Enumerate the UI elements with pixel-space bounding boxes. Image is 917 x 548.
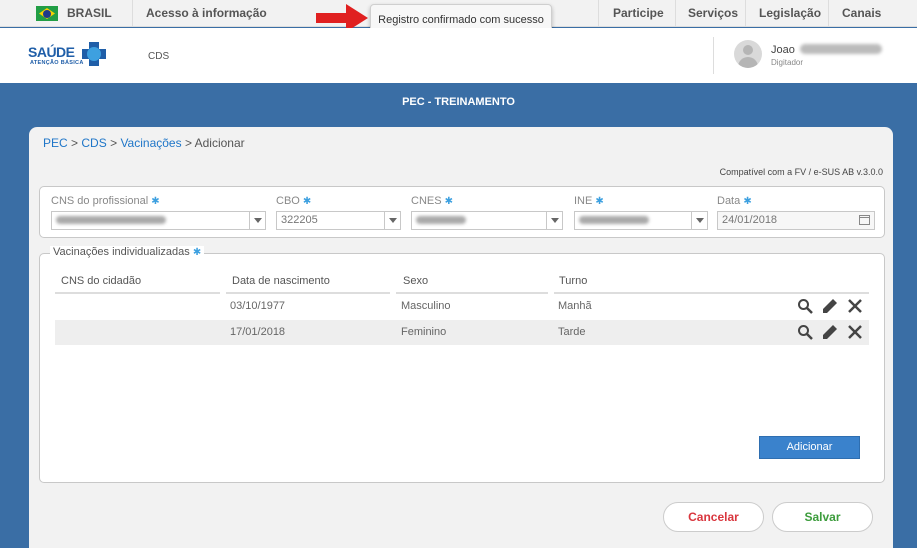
- main-panel: PEC > CDS > Vacinações > Adicionar Compa…: [29, 127, 893, 548]
- table-row[interactable]: 03/10/1977 Masculino Manhã: [55, 294, 869, 319]
- calendar-icon[interactable]: [859, 215, 870, 225]
- breadcrumb-vacinacoes[interactable]: Vacinações: [120, 136, 181, 150]
- module-label[interactable]: CDS: [148, 51, 169, 62]
- vacinacoes-fieldset: Vacinações individualizadas ✱ CNS do cid…: [39, 246, 885, 483]
- compatibility-note: Compatível com a FV / e-SUS AB v.3.0.0: [719, 167, 883, 177]
- gov-link-participe[interactable]: Participe: [613, 0, 664, 27]
- chevron-down-icon[interactable]: [691, 212, 707, 229]
- divider: [598, 0, 599, 27]
- cell-sexo: Masculino: [401, 300, 451, 312]
- logo-subtitle: ATENÇÃO BÁSICA: [30, 60, 84, 66]
- breadcrumb: PEC > CDS > Vacinações > Adicionar: [43, 136, 245, 150]
- edit-pencil-icon[interactable]: [822, 324, 838, 340]
- divider: [675, 0, 676, 27]
- cbo-label: CBO ✱: [276, 195, 312, 207]
- page-title: PEC - TREINAMENTO: [402, 96, 515, 108]
- data-value: 24/01/2018: [722, 214, 778, 226]
- redacted-cns: [56, 216, 166, 225]
- cell-sexo: Feminino: [401, 326, 447, 338]
- user-avatar-icon[interactable]: [734, 40, 762, 68]
- divider: [713, 37, 714, 74]
- add-vacinacao-button[interactable]: Adicionar: [759, 436, 860, 459]
- gov-link-legislacao[interactable]: Legislação: [759, 0, 821, 27]
- cnes-select[interactable]: [411, 211, 563, 230]
- divider: [828, 0, 829, 27]
- redacted-cnes: [416, 216, 466, 225]
- search-icon[interactable]: [797, 324, 813, 340]
- esus-cross-icon: [82, 42, 106, 66]
- cbo-select[interactable]: 322205: [276, 211, 401, 230]
- gov-access-info-link[interactable]: Acesso à informação: [146, 0, 267, 27]
- cbo-value: 322205: [281, 214, 318, 226]
- edit-pencil-icon[interactable]: [822, 298, 838, 314]
- redacted-user-surname: [800, 44, 882, 54]
- breadcrumb-separator: >: [110, 136, 118, 150]
- gov-link-servicos[interactable]: Serviços: [688, 0, 738, 27]
- ine-label: INE ✱: [574, 195, 604, 207]
- save-button[interactable]: Salvar: [772, 502, 873, 532]
- gov-link-canais[interactable]: Canais: [842, 0, 881, 27]
- breadcrumb-pec[interactable]: PEC: [43, 136, 68, 150]
- breadcrumb-separator: >: [184, 136, 192, 150]
- cell-turno: Manhã: [558, 300, 592, 312]
- data-date-field[interactable]: 24/01/2018: [717, 211, 875, 230]
- professional-fieldset: CNS do profissional ✱ CBO ✱ 322205 CNES …: [39, 186, 885, 238]
- gov-country-link[interactable]: BRASIL: [67, 0, 112, 27]
- cnes-label: CNES ✱: [411, 195, 454, 207]
- cancel-button[interactable]: Cancelar: [663, 502, 764, 532]
- logo-main-text: SAÚDE: [28, 44, 75, 60]
- table-row[interactable]: 17/01/2018 Feminino Tarde: [55, 320, 869, 345]
- esus-logo[interactable]: SAÚDE ATENÇÃO BÁSICA: [28, 42, 114, 70]
- redacted-ine: [579, 216, 649, 225]
- cns-profissional-select[interactable]: [51, 211, 266, 230]
- column-header-turno[interactable]: Turno: [559, 275, 587, 287]
- app-header: SAÚDE ATENÇÃO BÁSICA CDS Joao Digitador: [0, 28, 917, 83]
- ine-select[interactable]: [574, 211, 708, 230]
- cns-profissional-label: CNS do profissional ✱: [51, 195, 160, 207]
- cell-nascimento: 03/10/1977: [230, 300, 286, 312]
- user-role: Digitador: [771, 58, 804, 67]
- cell-nascimento: 17/01/2018: [230, 326, 286, 338]
- divider: [745, 0, 746, 27]
- delete-x-icon[interactable]: [847, 298, 863, 314]
- breadcrumb-current: Adicionar: [194, 136, 245, 150]
- search-icon[interactable]: [797, 298, 813, 314]
- delete-x-icon[interactable]: [847, 324, 863, 340]
- user-name[interactable]: Joao: [771, 44, 795, 56]
- cell-turno: Tarde: [558, 326, 586, 338]
- data-label: Data ✱: [717, 195, 752, 207]
- chevron-down-icon[interactable]: [249, 212, 265, 229]
- column-header-sexo[interactable]: Sexo: [403, 275, 428, 287]
- brazil-flag-icon: [36, 6, 58, 21]
- column-header-nascimento[interactable]: Data de nascimento: [232, 275, 330, 287]
- breadcrumb-cds[interactable]: CDS: [81, 136, 106, 150]
- divider: [132, 0, 133, 27]
- vacinacoes-legend: Vacinações individualizadas ✱: [50, 246, 205, 258]
- column-header-cns[interactable]: CNS do cidadão: [61, 275, 141, 287]
- chevron-down-icon[interactable]: [546, 212, 562, 229]
- chevron-down-icon[interactable]: [384, 212, 400, 229]
- breadcrumb-separator: >: [71, 136, 79, 150]
